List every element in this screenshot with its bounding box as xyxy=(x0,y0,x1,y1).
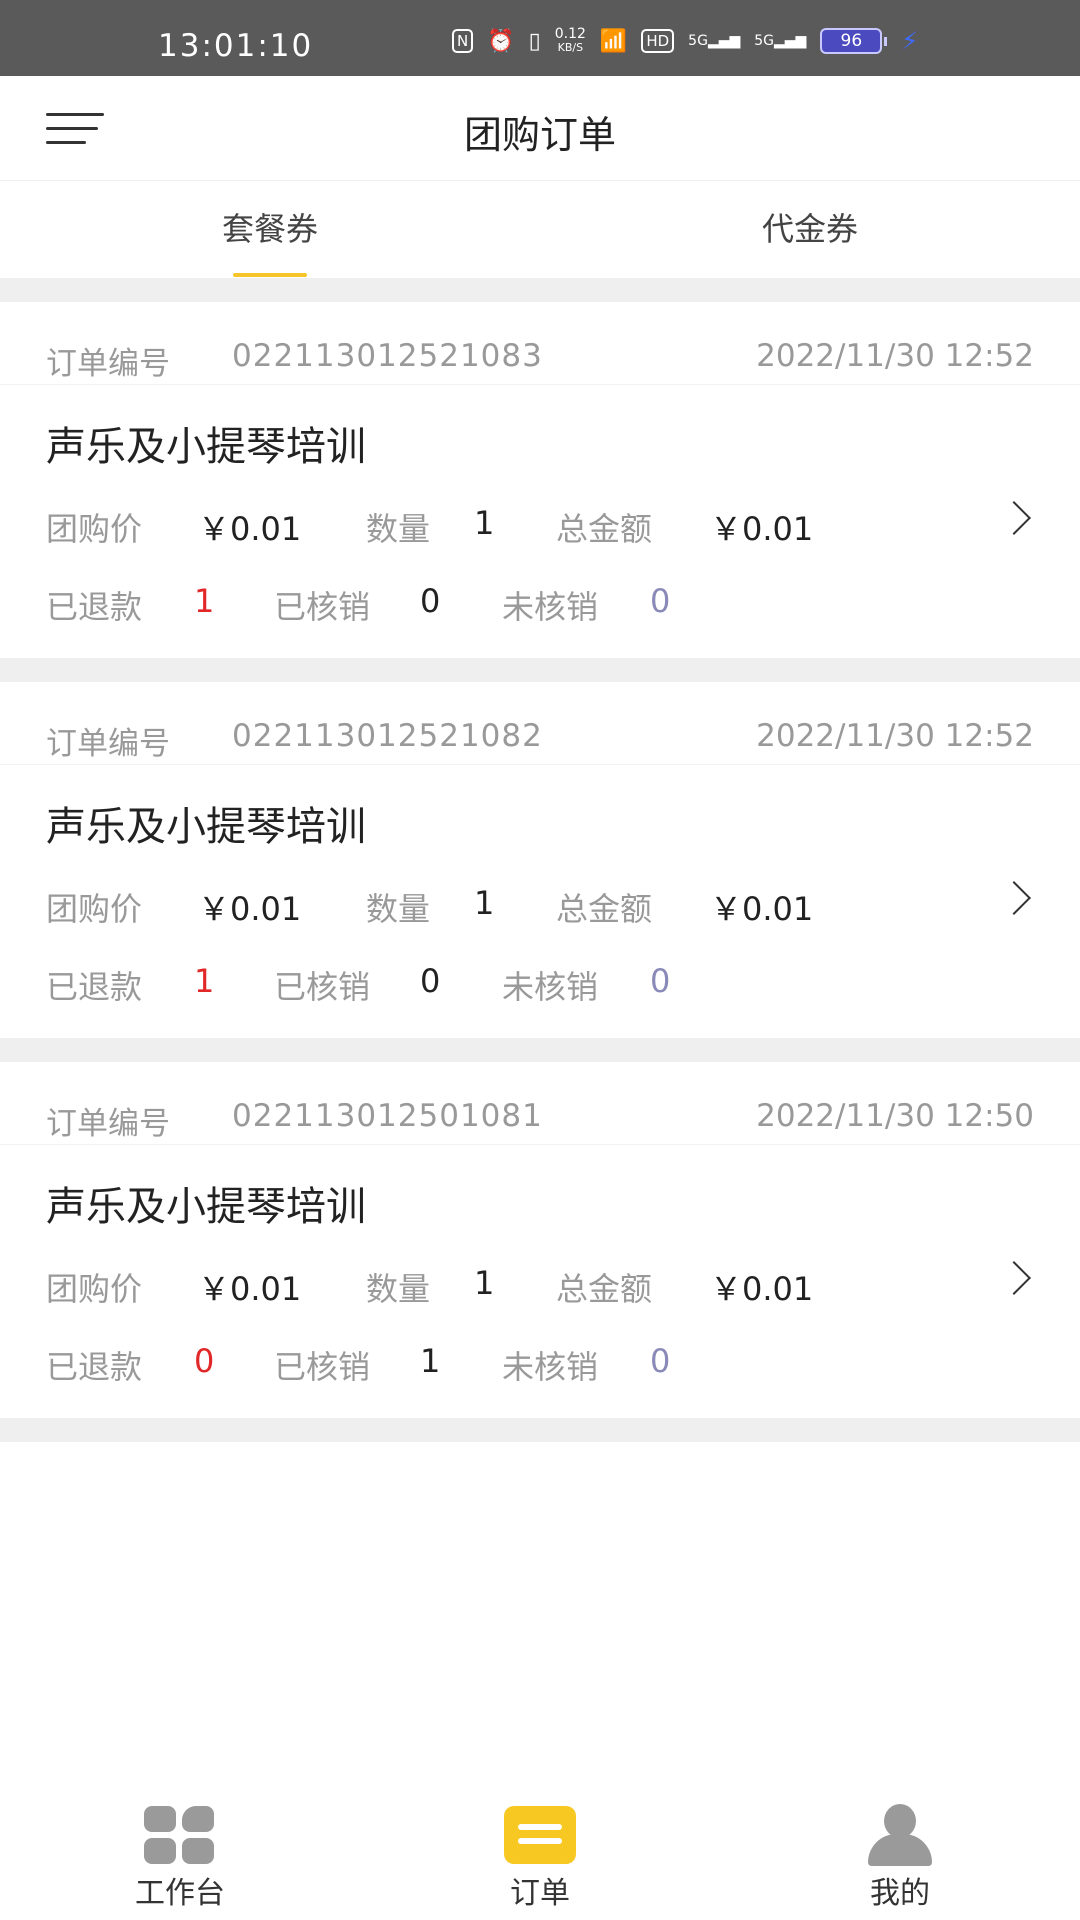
verified-count: 0 xyxy=(420,962,441,1000)
qty-label: 数量 xyxy=(366,1270,431,1308)
wifi-icon: 📶 xyxy=(599,28,628,54)
order-id-label: 订单编号 xyxy=(46,346,170,382)
chevron-right-icon[interactable] xyxy=(997,1261,1031,1295)
order-date: 2022/11/30 12:50 xyxy=(756,1098,1034,1134)
battery-level: 96 xyxy=(820,28,883,54)
verified-label: 已核销 xyxy=(274,1348,371,1386)
signal-2-label: 5G xyxy=(754,33,775,49)
unverified-count: 0 xyxy=(650,582,671,620)
charging-icon: ⚡ xyxy=(901,27,919,55)
refunded-label: 已退款 xyxy=(46,968,143,1006)
order-id-label: 订单编号 xyxy=(46,726,170,762)
order-date: 2022/11/30 12:52 xyxy=(756,718,1034,754)
total-label: 总金额 xyxy=(556,1270,653,1308)
verified-label: 已核销 xyxy=(274,968,371,1006)
price-label: 团购价 xyxy=(46,890,143,928)
order-header: 订单编号 022113012521083 2022/11/30 12:52 xyxy=(46,338,1034,382)
order-id: 022113012521083 xyxy=(232,338,543,374)
chevron-right-icon[interactable] xyxy=(997,501,1031,535)
total-label: 总金额 xyxy=(556,890,653,928)
refunded-count: 1 xyxy=(194,962,215,1000)
verified-count: 0 xyxy=(420,582,441,620)
unverified-count: 0 xyxy=(650,1342,671,1380)
total-label: 总金额 xyxy=(556,510,653,548)
divider xyxy=(0,1038,1080,1062)
total-value: ￥0.01 xyxy=(710,890,814,928)
unverified-label: 未核销 xyxy=(502,968,599,1006)
order-card[interactable]: 订单编号 022113012521082 2022/11/30 12:52 声乐… xyxy=(0,682,1080,1038)
tab-package-voucher[interactable]: 套餐券 xyxy=(0,181,540,278)
unverified-label: 未核销 xyxy=(502,588,599,626)
unverified-count: 0 xyxy=(650,962,671,1000)
price-value: ￥0.01 xyxy=(198,890,302,928)
unverified-label: 未核销 xyxy=(502,1348,599,1386)
nav-orders[interactable]: 订单 xyxy=(360,1786,720,1920)
tab-bar: 套餐券 代金券 xyxy=(0,181,1080,278)
order-header: 订单编号 022113012521082 2022/11/30 12:52 xyxy=(46,718,1034,762)
order-icon xyxy=(504,1806,576,1864)
alarm-icon: ⏰ xyxy=(487,28,515,54)
product-name: 声乐及小提琴培训 xyxy=(46,804,366,850)
verified-label: 已核销 xyxy=(274,588,371,626)
order-card[interactable]: 订单编号 022113012501081 2022/11/30 12:50 声乐… xyxy=(0,1062,1080,1418)
total-value: ￥0.01 xyxy=(710,510,814,548)
order-id-label: 订单编号 xyxy=(46,1106,170,1142)
price-label: 团购价 xyxy=(46,1270,143,1308)
hd-icon: HD xyxy=(641,29,675,53)
signal-icon: 5G▂▄▆ xyxy=(688,33,741,49)
nav-workbench[interactable]: 工作台 xyxy=(0,1786,360,1920)
status-bar: 13:01:10 N ⏰ ▯ 0.12 KB/S 📶 HD 5G▂▄▆ 5G▂▄… xyxy=(0,0,1080,76)
status-icons: N ⏰ ▯ 0.12 KB/S 📶 HD 5G▂▄▆ 5G▂▄▆ 96 ⚡ xyxy=(452,26,918,56)
app-header: 团购订单 xyxy=(0,76,1080,181)
net-speed-value: 0.12 xyxy=(554,26,586,42)
nav-profile[interactable]: 我的 xyxy=(720,1786,1080,1920)
divider xyxy=(0,1418,1080,1442)
battery-icon: 96 xyxy=(820,28,888,54)
net-speed: 0.12 KB/S xyxy=(554,26,586,54)
signal-1-label: 5G xyxy=(688,33,708,49)
divider xyxy=(0,278,1080,302)
order-date: 2022/11/30 12:52 xyxy=(756,338,1034,374)
order-id: 022113012501081 xyxy=(232,1098,543,1134)
active-tab-indicator xyxy=(233,273,307,277)
bottom-nav: 工作台 订单 我的 xyxy=(0,1786,1080,1920)
price-value: ￥0.01 xyxy=(198,510,302,548)
chevron-right-icon[interactable] xyxy=(997,881,1031,915)
nfc-icon: N xyxy=(452,29,474,53)
qty-value: 1 xyxy=(474,1264,495,1302)
nav-profile-label: 我的 xyxy=(870,1876,930,1911)
qty-label: 数量 xyxy=(366,510,431,548)
price-value: ￥0.01 xyxy=(198,1270,302,1308)
refunded-count: 0 xyxy=(194,1342,215,1380)
product-name: 声乐及小提琴培训 xyxy=(46,1184,366,1230)
order-header: 订单编号 022113012501081 2022/11/30 12:50 xyxy=(46,1098,1034,1142)
qty-label: 数量 xyxy=(366,890,431,928)
page-title: 团购订单 xyxy=(463,113,616,157)
qty-value: 1 xyxy=(474,884,495,922)
net-speed-unit: KB/S xyxy=(557,41,584,54)
refunded-count: 1 xyxy=(194,582,215,620)
profile-icon xyxy=(864,1804,936,1866)
vibrate-icon: ▯ xyxy=(528,28,541,54)
refunded-label: 已退款 xyxy=(46,1348,143,1386)
workbench-icon xyxy=(144,1806,216,1864)
total-value: ￥0.01 xyxy=(710,1270,814,1308)
refunded-label: 已退款 xyxy=(46,588,143,626)
signal-icon: 5G▂▄▆ xyxy=(754,33,807,49)
order-id: 022113012521082 xyxy=(232,718,543,754)
price-label: 团购价 xyxy=(46,510,143,548)
tab-cash-voucher[interactable]: 代金券 xyxy=(540,181,1080,278)
nav-orders-label: 订单 xyxy=(510,1876,570,1911)
qty-value: 1 xyxy=(474,504,495,542)
verified-count: 1 xyxy=(420,1342,441,1380)
product-name: 声乐及小提琴培训 xyxy=(46,424,366,470)
order-card[interactable]: 订单编号 022113012521083 2022/11/30 12:52 声乐… xyxy=(0,302,1080,658)
divider xyxy=(0,658,1080,682)
nav-workbench-label: 工作台 xyxy=(135,1876,225,1911)
status-time: 13:01:10 xyxy=(158,28,314,64)
